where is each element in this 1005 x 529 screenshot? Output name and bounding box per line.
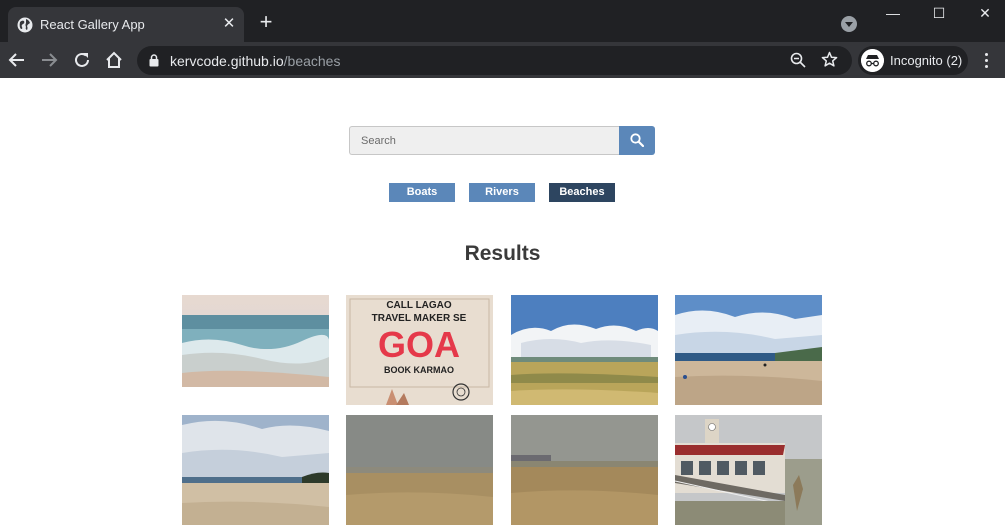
poster-line-3: GOA xyxy=(378,324,460,365)
tab-search-icon[interactable] xyxy=(841,16,857,32)
zoom-icon[interactable] xyxy=(790,52,806,68)
photo-sunny-beach[interactable] xyxy=(675,295,822,405)
search-input[interactable] xyxy=(349,126,620,155)
gallery-page: Boats Rivers Beaches Results CALL LAGAO … xyxy=(0,78,1005,529)
photo-waves-shore[interactable] xyxy=(182,295,329,387)
kebab-menu-icon[interactable] xyxy=(978,51,994,69)
address-bar[interactable]: kervcode.github.io/beaches xyxy=(137,46,852,75)
photo-tidal-flats[interactable] xyxy=(511,295,658,405)
incognito-label: Incognito (2) xyxy=(890,53,963,68)
globe-icon xyxy=(17,17,33,33)
search-form xyxy=(349,126,655,155)
tab-close-icon[interactable]: ✕ xyxy=(221,16,237,32)
maximize-button[interactable]: ☐ xyxy=(916,2,962,26)
tab-title: React Gallery App xyxy=(40,17,145,32)
photo-cloudy-beach[interactable] xyxy=(182,415,329,525)
url-path: /beaches xyxy=(283,53,341,69)
search-button[interactable] xyxy=(619,126,655,155)
bookmark-star-icon[interactable] xyxy=(821,51,838,68)
nav-link-rivers[interactable]: Rivers xyxy=(469,183,535,202)
back-arrow-icon[interactable] xyxy=(6,49,28,71)
poster-line-1: CALL LAGAO xyxy=(386,300,452,311)
new-tab-button[interactable]: + xyxy=(256,11,276,33)
reload-icon[interactable] xyxy=(71,49,93,71)
search-icon xyxy=(630,133,644,147)
lock-icon xyxy=(149,54,159,67)
incognito-icon xyxy=(861,49,884,72)
window-close-button[interactable]: ✕ xyxy=(962,2,1005,26)
photo-goa-poster[interactable]: CALL LAGAO TRAVEL MAKER SE GOA BOOK KARM… xyxy=(346,295,493,405)
browser-toolbar: kervcode.github.io/beaches Incognito (2) xyxy=(0,42,1005,78)
photo-foggy-beach[interactable] xyxy=(346,415,493,525)
nav-link-beaches[interactable]: Beaches xyxy=(549,183,615,202)
photo-pier-building[interactable] xyxy=(675,415,822,525)
results-heading: Results xyxy=(464,242,541,265)
url-host: kervcode.github.io xyxy=(170,53,284,69)
poster-line-2: TRAVEL MAKER SE xyxy=(372,313,467,324)
home-icon[interactable] xyxy=(103,49,125,71)
forward-arrow-icon[interactable] xyxy=(38,49,60,71)
nav-link-boats[interactable]: Boats xyxy=(389,183,455,202)
minimize-button[interactable]: — xyxy=(870,2,916,26)
browser-tab[interactable]: React Gallery App ✕ xyxy=(8,7,244,42)
incognito-badge[interactable]: Incognito (2) xyxy=(858,46,968,75)
browser-tab-strip: React Gallery App ✕ + — ☐ ✕ xyxy=(0,0,1005,42)
poster-line-4: BOOK KARMAO xyxy=(384,365,454,375)
photo-hazy-beach-pier[interactable] xyxy=(511,415,658,525)
url-text: kervcode.github.io/beaches xyxy=(170,53,340,69)
